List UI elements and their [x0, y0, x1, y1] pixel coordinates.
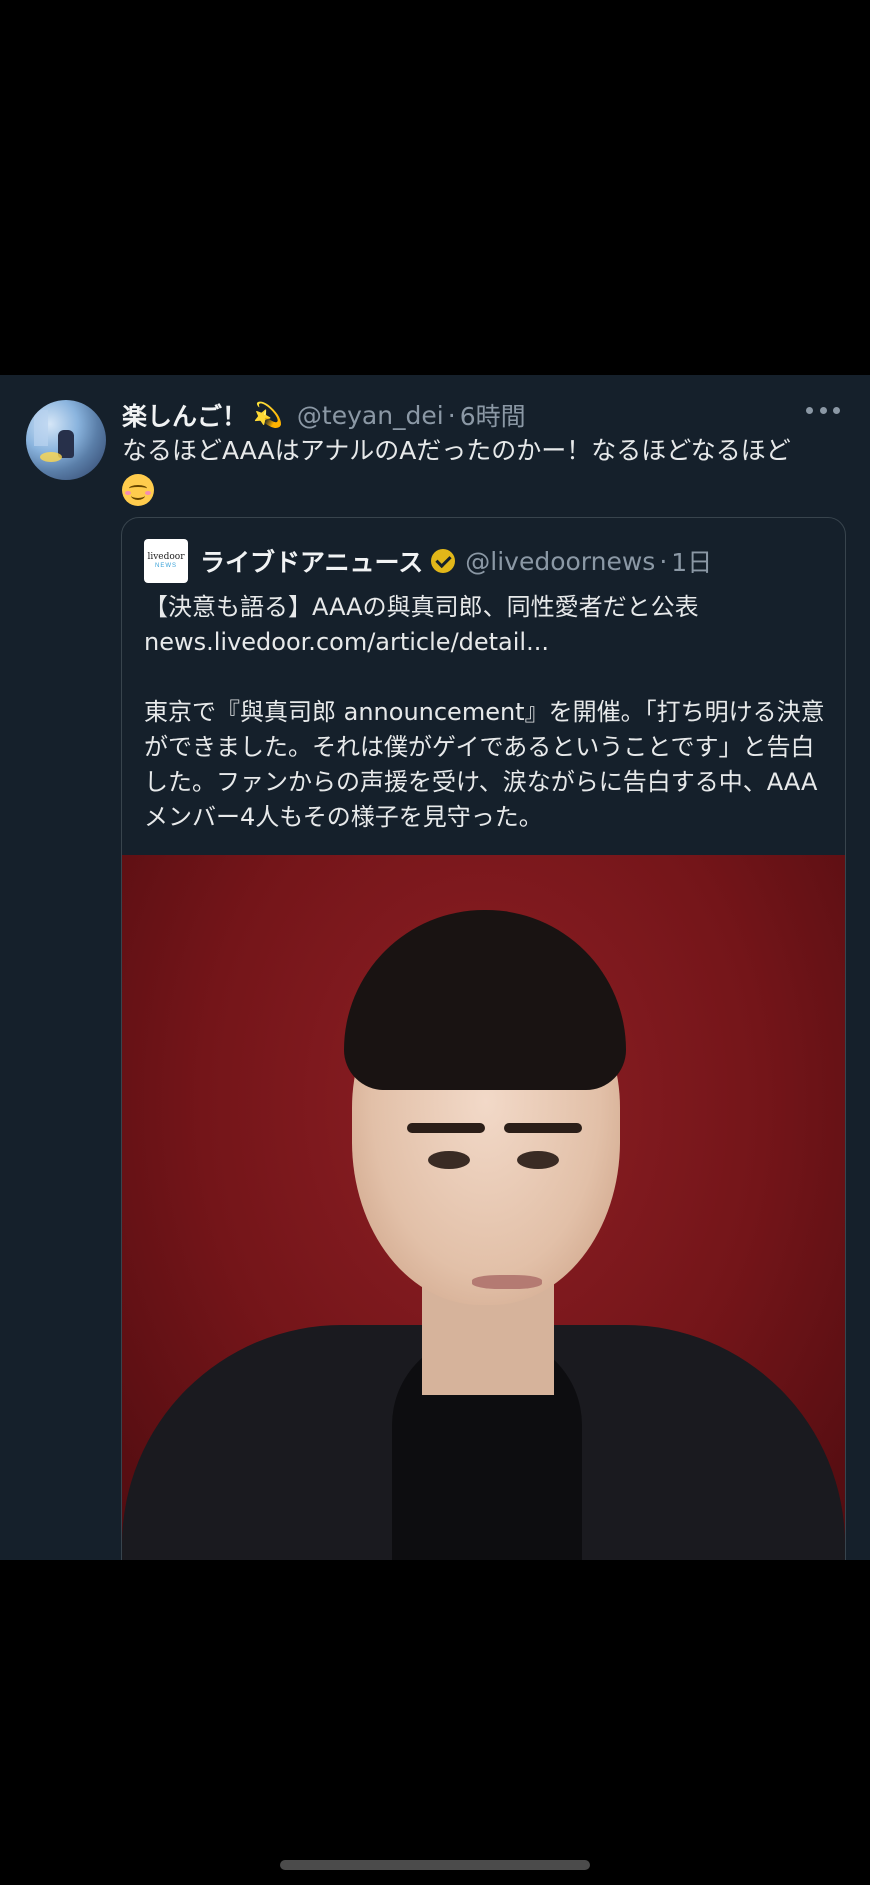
verified-icon [431, 549, 456, 573]
quoted-headline: 【決意も語る】AAAの與真司郎、同性愛者だと公表 [144, 593, 699, 621]
quoted-tweet[interactable]: livedoor NEWS ライブドアニュース @livedoornews · … [121, 517, 846, 1560]
photo-eye-right [517, 1151, 559, 1169]
user-handle[interactable]: @teyan_dei [297, 401, 444, 430]
more-dot [833, 406, 840, 414]
tweet-header: 楽しんご！ 💫 @teyan_dei · 6時間 [122, 395, 526, 435]
avatar-building [34, 410, 48, 446]
quoted-display-name[interactable]: ライブドアニュース [200, 543, 423, 579]
smile-blush-right [145, 491, 151, 495]
quoted-user-handle[interactable]: @livedoornews [465, 547, 655, 576]
more-dot [806, 406, 813, 414]
photo-eye-left [428, 1151, 470, 1169]
quoted-body-text: 東京で『與真司郎 announcement』を開催。「打ち明ける決意ができました… [144, 698, 825, 831]
tweet-text-content: なるほどAAAはアナルのAだったのかー！なるほどなるほど [122, 436, 791, 465]
livedoor-news-logo[interactable]: livedoor NEWS [144, 539, 188, 583]
separator-dot: · [447, 400, 456, 430]
smile-icon [122, 474, 154, 506]
separator-dot: · [659, 546, 668, 576]
quoted-tweet-header: livedoor NEWS ライブドアニュース @livedoornews · … [144, 538, 712, 584]
photo-brow-right [504, 1123, 582, 1133]
more-dot [819, 406, 827, 414]
home-indicator[interactable] [280, 1860, 590, 1870]
article-link[interactable]: news.livedoor.com/article/detail... [144, 625, 834, 660]
tweet-text: なるほどAAAはアナルのAだったのかー！なるほどなるほど [122, 432, 822, 508]
tweet-card[interactable]: 楽しんご！ 💫 @teyan_dei · 6時間 なるほどAAAはアナルのAだっ… [0, 375, 870, 1560]
more-icon[interactable] [806, 403, 840, 417]
quoted-photo[interactable] [122, 855, 845, 1560]
logo-line-1: livedoor [147, 552, 185, 562]
photo-brow-left [407, 1123, 485, 1133]
display-name[interactable]: 楽しんご！ [122, 397, 247, 433]
dizzy-emoji-icon: 💫 [253, 401, 283, 429]
logo-line-2: NEWS [155, 563, 177, 569]
photo-hair [344, 910, 626, 1090]
quoted-tweet-time: 1日 [671, 548, 713, 577]
smile-blush-left [125, 491, 131, 495]
photo-mouth [472, 1275, 542, 1289]
avatar-glow [40, 452, 62, 462]
tweet-time[interactable]: 6時間 [460, 397, 526, 433]
quoted-tweet-body: 【決意も語る】AAAの與真司郎、同性愛者だと公表 news.livedoor.c… [144, 590, 834, 835]
avatar[interactable] [26, 400, 106, 480]
